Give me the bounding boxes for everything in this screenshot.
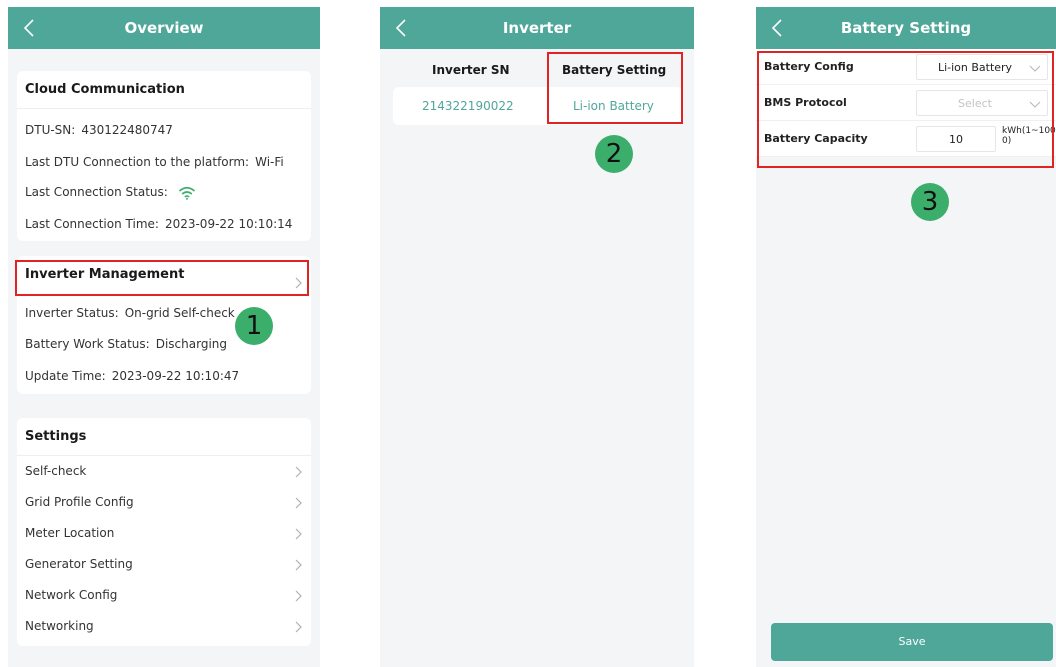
step-badge-2: 2 bbox=[595, 135, 633, 173]
settings-item-label: Grid Profile Config bbox=[25, 495, 134, 509]
settings-item-generator-setting[interactable]: Generator Setting bbox=[17, 549, 311, 580]
step-badge-1: 1 bbox=[235, 307, 273, 345]
settings-item-label: Meter Location bbox=[25, 526, 115, 540]
screenshot-canvas: Overview Cloud Communication DTU-SN: 4301… bbox=[0, 0, 1056, 667]
nav-bar: Overview bbox=[8, 7, 320, 49]
battery-work-status-row: Battery Work Status: Discharging bbox=[25, 337, 227, 351]
wifi-icon bbox=[178, 186, 196, 200]
last-connection-status-row: Last Connection Status: bbox=[25, 185, 196, 200]
column-header-inverter-sn: Inverter SN bbox=[432, 63, 510, 77]
settings-item-self-check[interactable]: Self-check bbox=[17, 456, 311, 487]
dtu-sn-value: 430122480747 bbox=[81, 123, 173, 137]
highlight-box-battery-settings bbox=[757, 51, 1054, 168]
dtu-sn-row: DTU-SN: 430122480747 bbox=[25, 123, 173, 137]
inverter-status-label: Inverter Status: bbox=[25, 306, 119, 320]
update-time-label: Update Time: bbox=[25, 369, 106, 383]
last-connection-time-row: Last Connection Time: 2023-09-22 10:10:14 bbox=[25, 217, 292, 231]
nav-bar: Battery Setting bbox=[756, 7, 1056, 49]
page-title: Battery Setting bbox=[840, 19, 972, 37]
step-badge-3: 3 bbox=[911, 183, 949, 221]
card-heading: Cloud Communication bbox=[17, 71, 311, 109]
last-dtu-connection-value: Wi-Fi bbox=[255, 155, 284, 169]
settings-item-network-config[interactable]: Network Config bbox=[17, 580, 311, 611]
page-title: Inverter bbox=[502, 19, 572, 37]
chevron-right-icon bbox=[293, 527, 303, 541]
last-connection-time-value: 2023-09-22 10:10:14 bbox=[164, 217, 293, 231]
settings-item-networking[interactable]: Networking bbox=[17, 611, 311, 642]
chevron-right-icon bbox=[293, 496, 303, 510]
highlight-box-battery-setting bbox=[547, 52, 683, 124]
overview-screen: Overview Cloud Communication DTU-SN: 4301… bbox=[8, 7, 320, 667]
page-title: Overview bbox=[124, 19, 204, 37]
settings-item-grid-profile-config[interactable]: Grid Profile Config bbox=[17, 487, 311, 518]
settings-card: Settings Self-check Grid Profile Config … bbox=[17, 418, 311, 646]
last-connection-status-label: Last Connection Status: bbox=[25, 185, 168, 199]
update-time-row: Update Time: 2023-09-22 10:10:47 bbox=[25, 369, 239, 383]
last-dtu-connection-label: Last DTU Connection to the platform: bbox=[25, 155, 250, 169]
dtu-sn-label: DTU-SN: bbox=[25, 123, 76, 137]
inverter-status-row: Inverter Status: On-grid Self-check bbox=[25, 306, 235, 320]
inverter-sn-value[interactable]: 214322190022 bbox=[422, 99, 514, 113]
update-time-value: 2023-09-22 10:10:47 bbox=[111, 369, 240, 383]
cloud-communication-card: Cloud Communication DTU-SN: 430122480747 … bbox=[17, 71, 311, 241]
battery-work-status-value: Discharging bbox=[155, 337, 227, 351]
chevron-right-icon bbox=[293, 558, 303, 572]
settings-item-label: Networking bbox=[25, 619, 94, 633]
last-connection-time-label: Last Connection Time: bbox=[25, 217, 159, 231]
highlight-box-inverter-management bbox=[15, 260, 309, 296]
inverter-status-value: On-grid Self-check bbox=[124, 306, 235, 320]
battery-setting-screen: Battery Setting Battery Config Li-ion Ba… bbox=[756, 7, 1056, 667]
settings-item-label: Generator Setting bbox=[25, 557, 133, 571]
nav-bar: Inverter bbox=[380, 7, 694, 49]
settings-item-meter-location[interactable]: Meter Location bbox=[17, 518, 311, 549]
last-dtu-connection-row: Last DTU Connection to the platform: Wi-F… bbox=[25, 155, 284, 169]
settings-item-label: Self-check bbox=[25, 464, 87, 478]
inverter-screen: Inverter Inverter SN Battery Setting 214… bbox=[380, 7, 694, 667]
chevron-right-icon bbox=[293, 589, 303, 603]
chevron-right-icon bbox=[293, 465, 303, 479]
battery-work-status-label: Battery Work Status: bbox=[25, 337, 150, 351]
save-button[interactable]: Save bbox=[771, 623, 1053, 661]
settings-heading: Settings bbox=[17, 418, 311, 456]
settings-item-label: Network Config bbox=[25, 588, 118, 602]
chevron-right-icon bbox=[293, 620, 303, 634]
